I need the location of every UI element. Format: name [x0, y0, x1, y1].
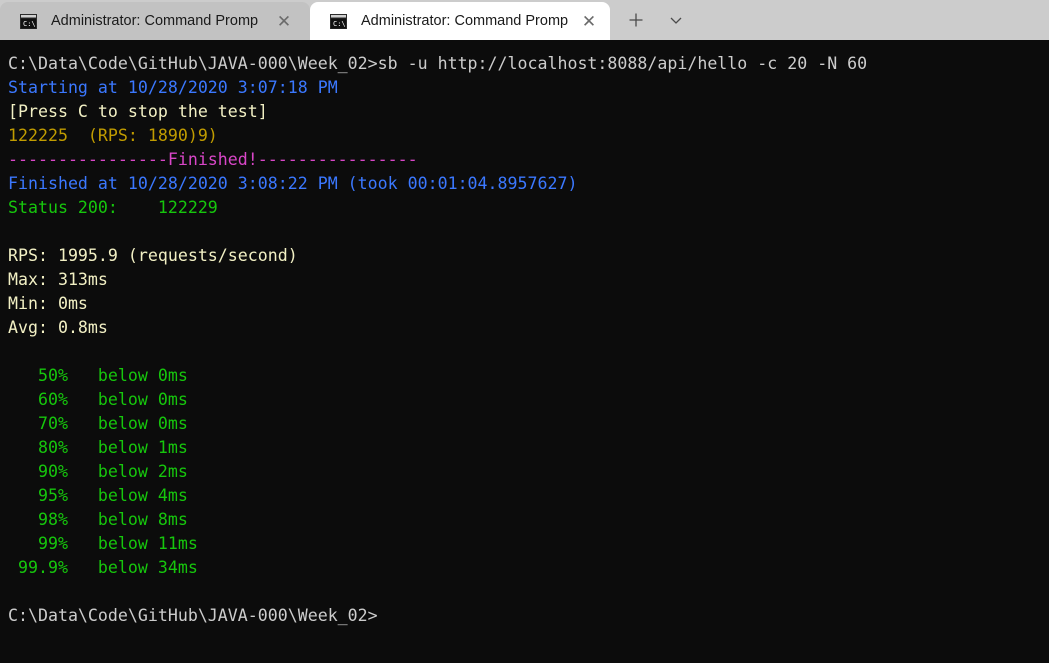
pct-99: 99% below 11ms [8, 534, 198, 553]
tab-label: Administrator: Command Promp [51, 13, 259, 29]
avg-line: Avg: 0.8ms [8, 318, 108, 337]
svg-text:C:\: C:\ [333, 20, 346, 28]
press-stop-hint: [Press C to stop the test] [8, 102, 268, 121]
tab-command-prompt-2[interactable]: C:\ Administrator: Command Promp ✕ [310, 2, 610, 40]
pct-999: 99.9% below 34ms [8, 558, 198, 577]
console-icon: C:\ [20, 13, 37, 29]
min-line: Min: 0ms [8, 294, 88, 313]
tab-label: Administrator: Command Promp [361, 13, 569, 29]
status-line: Status 200: 122229 [8, 198, 218, 217]
pct-98: 98% below 8ms [8, 510, 188, 529]
blank-1 [8, 220, 1049, 244]
chevron-down-icon[interactable] [656, 3, 696, 37]
finished-line: Finished at 10/28/2020 3:08:22 PM (took … [8, 174, 578, 193]
rps-line: RPS: 1995.9 (requests/second) [8, 246, 298, 265]
console-icon: C:\ [330, 13, 347, 29]
blank-2 [8, 340, 1049, 364]
finished-divider: ----------------Finished!---------------… [8, 150, 418, 169]
pct-60: 60% below 0ms [8, 390, 188, 409]
pct-50: 50% below 0ms [8, 366, 188, 385]
console-text: C:\Data\Code\GitHub\JAVA-000\Week_02>sb … [8, 52, 1049, 628]
svg-text:C:\: C:\ [23, 20, 36, 28]
title-bar: C:\ Administrator: Command Promp ✕ C:\ A… [0, 0, 1049, 40]
starting-line: Starting at 10/28/2020 3:07:18 PM [8, 78, 338, 97]
tab-strip: C:\ Administrator: Command Promp ✕ C:\ A… [0, 0, 610, 40]
progress-counter: 122225 (RPS: 1890)9) [8, 126, 218, 145]
command-line: C:\Data\Code\GitHub\JAVA-000\Week_02>sb … [8, 54, 868, 73]
pct-95: 95% below 4ms [8, 486, 188, 505]
tab-command-prompt-1[interactable]: C:\ Administrator: Command Promp ✕ [0, 2, 310, 40]
pct-90: 90% below 2ms [8, 462, 188, 481]
new-tab-icon[interactable] [616, 3, 656, 37]
pct-70: 70% below 0ms [8, 414, 188, 433]
blank-3 [8, 580, 1049, 604]
close-icon[interactable]: ✕ [574, 6, 604, 36]
tab-bar-actions [610, 0, 696, 40]
close-icon[interactable]: ✕ [269, 6, 299, 36]
pct-80: 80% below 1ms [8, 438, 188, 457]
final-prompt: C:\Data\Code\GitHub\JAVA-000\Week_02> [8, 606, 378, 625]
terminal-output-area[interactable]: C:\Data\Code\GitHub\JAVA-000\Week_02>sb … [0, 40, 1049, 663]
max-line: Max: 313ms [8, 270, 108, 289]
